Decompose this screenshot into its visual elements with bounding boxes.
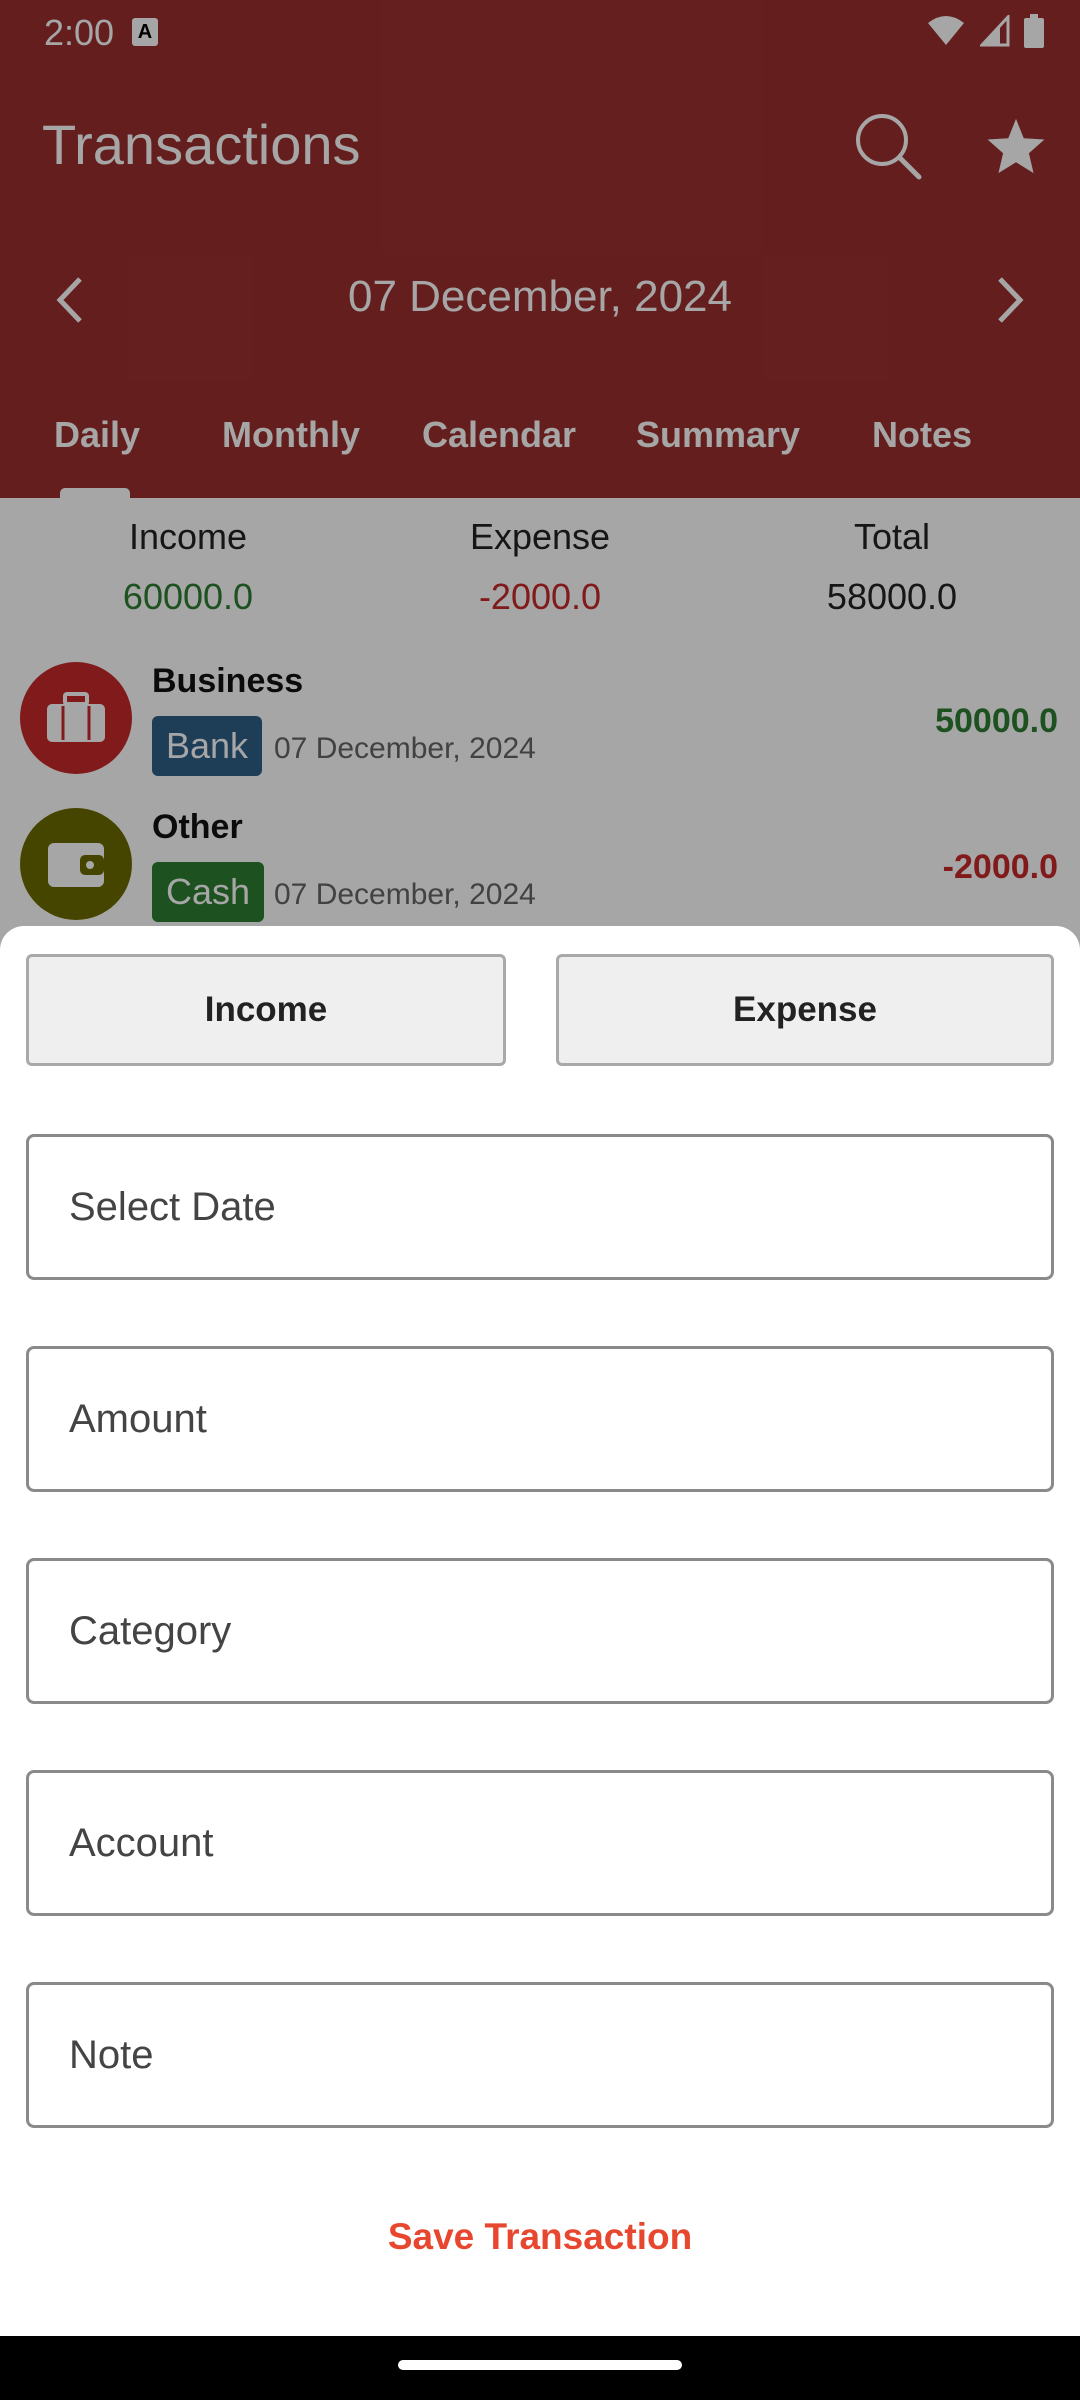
category-input[interactable] (69, 1608, 1051, 1654)
category-field[interactable] (26, 1558, 1054, 1704)
income-type-button[interactable]: Income (26, 954, 506, 1066)
save-transaction-button[interactable]: Save Transaction (0, 2216, 1080, 2258)
add-transaction-sheet: Income Expense Save Transaction (0, 926, 1080, 2336)
amount-input[interactable] (69, 1396, 1051, 1442)
account-field[interactable] (26, 1770, 1054, 1916)
note-input[interactable] (69, 2032, 1051, 2078)
date-input[interactable] (69, 1184, 1051, 1230)
amount-field[interactable] (26, 1346, 1054, 1492)
expense-type-button[interactable]: Expense (556, 954, 1054, 1066)
system-nav-bar (0, 2336, 1080, 2400)
home-handle[interactable] (398, 2360, 682, 2370)
note-field[interactable] (26, 1982, 1054, 2128)
date-field[interactable] (26, 1134, 1054, 1280)
account-input[interactable] (69, 1820, 1051, 1866)
